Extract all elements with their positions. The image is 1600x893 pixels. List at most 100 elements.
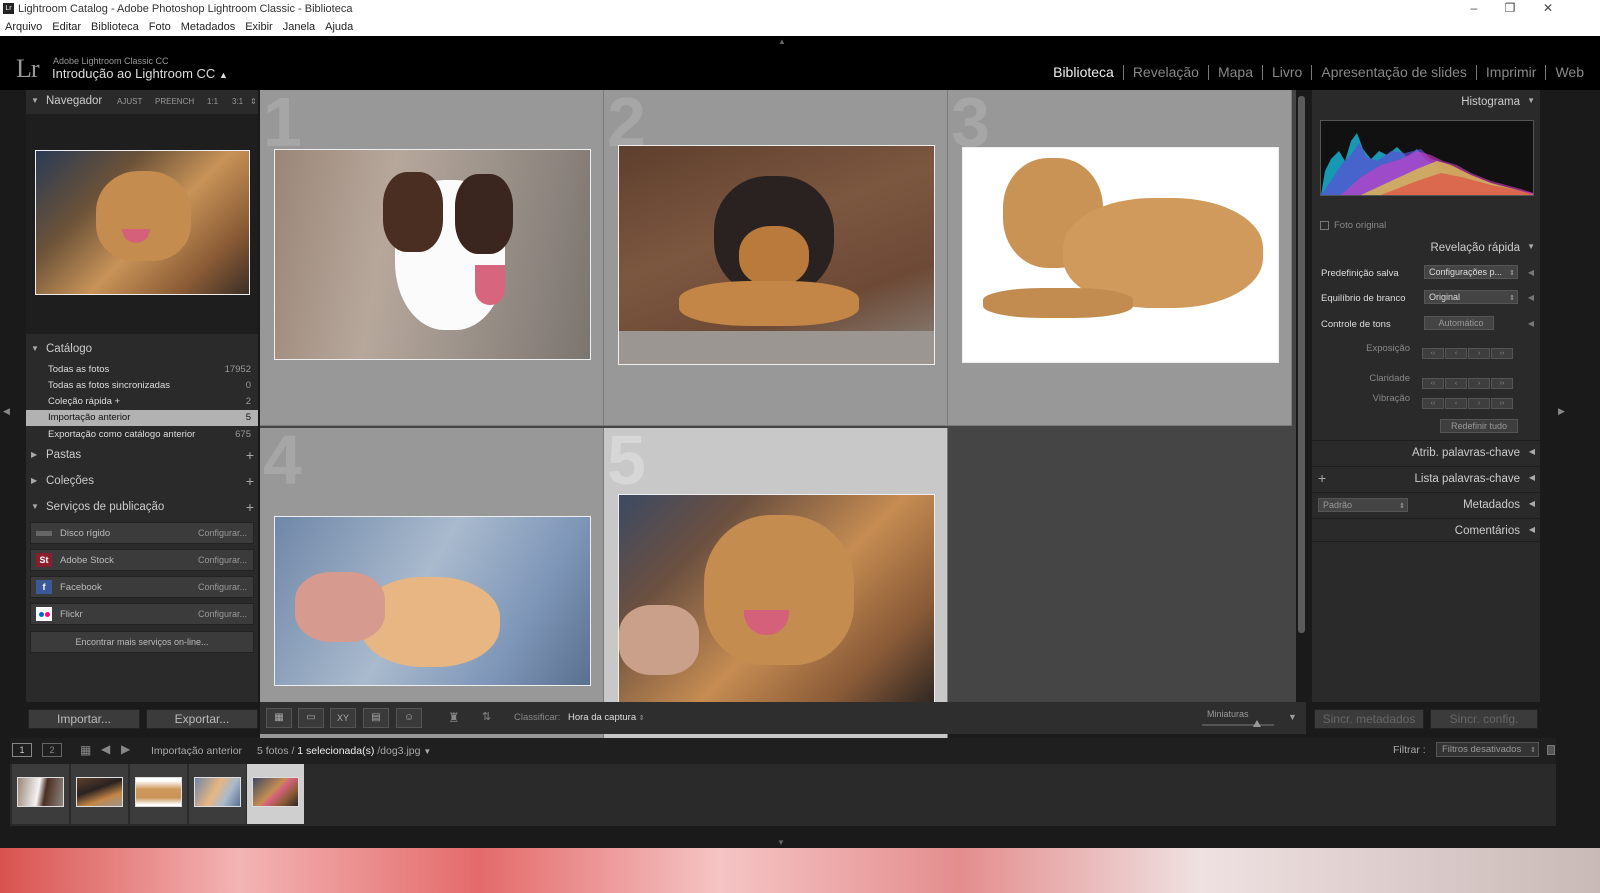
configure-button[interactable]: Configurar... [198,609,247,619]
thumbnail-size-slider[interactable] [1202,724,1274,726]
reset-all-button[interactable]: Redefinir tudo [1440,419,1518,433]
menu-metadados[interactable]: Metadados [176,18,240,33]
catalog-row[interactable]: Todas as fotos sincronizadas 0 [26,378,258,394]
module-imprimir[interactable]: Imprimir [1477,65,1547,80]
second-window-button[interactable]: 2 [42,743,62,757]
filmstrip-thumbnail[interactable] [71,764,128,824]
catalog-row[interactable]: Exportação como catálogo anterior 675 [26,427,258,443]
step-down-fast[interactable]: ‹‹ [1422,398,1444,409]
catalog-header[interactable]: ▼ Catálogo [26,338,258,362]
saved-preset-select[interactable]: Configurações p... ⇕ [1424,265,1518,279]
add-folder-icon[interactable]: + [246,447,254,463]
publish-service-facebook[interactable]: f Facebook Configurar... [30,576,254,598]
find-more-services-button[interactable]: Encontrar mais serviços on-line... [30,631,254,653]
expand-left-triangle-icon[interactable]: ◀ [1528,319,1534,328]
menu-exibir[interactable]: Exibir [240,18,278,33]
publish-services-header[interactable]: ▼ Serviços de publicação + [26,496,258,520]
sync-metadata-button[interactable]: Sincr. metadados [1314,709,1424,729]
navigator-preview-image[interactable] [35,150,250,295]
nav-fill[interactable]: PREENCH [155,97,194,106]
folders-header[interactable]: ▶ Pastas + [26,444,258,468]
white-balance-select[interactable]: Original ⇕ [1424,290,1518,304]
filmstrip-thumbnail-selected[interactable] [247,764,304,824]
configure-button[interactable]: Configurar... [198,528,247,538]
grid-cell[interactable]: 1 [260,83,604,426]
step-up-fast[interactable]: ›› [1491,398,1513,409]
photo-thumbnail[interactable] [962,147,1279,363]
step-down[interactable]: ‹ [1445,378,1467,389]
sort-select[interactable]: Hora da captura ⇕ [568,712,645,723]
auto-tone-button[interactable]: Automático [1424,316,1494,330]
back-arrow-icon[interactable]: ◀ [101,742,110,756]
maximize-button[interactable]: ❐ [1492,0,1528,18]
slider-thumb[interactable] [1253,720,1261,727]
module-apresentacao[interactable]: Apresentação de slides [1312,65,1477,80]
forward-arrow-icon[interactable]: ▶ [121,742,130,756]
metadata-header[interactable]: Padrão ⇕ Metadados ◀ [1312,492,1540,516]
filmstrip-thumbnail[interactable] [189,764,246,824]
histogram-header[interactable]: Histograma ▼ [1312,90,1540,114]
expand-left-triangle-icon[interactable]: ◀ [1528,293,1534,302]
toolbar-menu-chevron-icon[interactable]: ▼ [1288,712,1297,722]
vibrance-stepper[interactable]: ‹‹ ‹ › ›› [1422,392,1516,409]
filmstrip-source[interactable]: Importação anterior [151,745,242,757]
original-photo-checkbox[interactable] [1320,221,1329,230]
keywording-header[interactable]: Atrib. palavras-chave ◀ [1312,440,1540,464]
step-down[interactable]: ‹ [1445,398,1467,409]
photo-thumbnail[interactable] [618,145,935,365]
grid-scrollbar[interactable] [1298,96,1305,633]
metadata-preset-select[interactable]: Padrão ⇕ [1318,498,1408,512]
survey-view-button[interactable]: ▤ [363,708,389,728]
left-panel-toggle-icon[interactable]: ◀ [3,406,10,417]
catalog-row-selected[interactable]: Importação anterior 5 [26,410,258,426]
catalog-row[interactable]: Coleção rápida + 2 [26,394,258,410]
step-up[interactable]: › [1468,348,1490,359]
photo-thumbnail[interactable] [618,494,935,704]
step-up[interactable]: › [1468,378,1490,389]
grid-shortcut-icon[interactable]: ▦ [80,743,91,757]
nav-zoom-arrows-icon[interactable]: ⇕ [250,97,257,106]
menu-arquivo[interactable]: Arquivo [0,18,47,33]
export-button[interactable]: Exportar... [146,709,258,729]
step-down-fast[interactable]: ‹‹ [1422,378,1444,389]
top-panel-toggle-icon[interactable]: ▲ [778,37,786,46]
add-publish-service-icon[interactable]: + [246,499,254,515]
expand-left-triangle-icon[interactable]: ◀ [1528,268,1534,277]
photo-thumbnail[interactable] [274,516,591,686]
catalog-name[interactable]: Introdução ao Lightroom CC ▲ [52,66,228,81]
filmstrip-thumbnail[interactable] [12,764,69,824]
compare-view-button[interactable]: XY [330,708,356,728]
quick-develop-header[interactable]: Revelação rápida ▼ [1312,236,1540,260]
painter-icon[interactable]: ♜ [448,710,460,726]
people-view-button[interactable]: ☺ [396,708,422,728]
import-button[interactable]: Importar... [28,709,140,729]
keyword-list-header[interactable]: + Lista palavras-chave ◀ [1312,466,1540,490]
minimize-button[interactable]: – [1456,0,1492,18]
comments-header[interactable]: Comentários ◀ [1312,518,1540,542]
step-up[interactable]: › [1468,398,1490,409]
nav-3-1[interactable]: 3:1 [232,97,243,106]
add-collection-icon[interactable]: + [246,473,254,489]
menu-editar[interactable]: Editar [47,18,86,33]
filter-select[interactable]: Filtros desativados ⇕ [1436,742,1539,757]
menu-biblioteca[interactable]: Biblioteca [86,18,144,33]
menu-ajuda[interactable]: Ajuda [320,18,358,33]
publish-service-adobe-stock[interactable]: St Adobe Stock Configurar... [30,549,254,571]
exposure-stepper[interactable]: ‹‹ ‹ › ›› [1422,342,1516,359]
configure-button[interactable]: Configurar... [198,582,247,592]
module-biblioteca[interactable]: Biblioteca [1044,65,1124,80]
filter-lock-icon[interactable] [1547,745,1555,755]
step-up-fast[interactable]: ›› [1491,378,1513,389]
filmstrip-status[interactable]: 5 fotos / 1 selecionada(s) /dog3.jpg ▼ [257,745,431,757]
grid-cell[interactable]: 2 [604,83,948,426]
navigator-header[interactable]: ▼ Navegador AJUST PREENCH 1:1 3:1 ⇕ [26,90,258,114]
nav-fit[interactable]: AJUST [117,97,142,106]
publish-service-flickr[interactable]: Flickr Configurar... [30,603,254,625]
clarity-stepper[interactable]: ‹‹ ‹ › ›› [1422,372,1516,389]
close-button[interactable]: ✕ [1530,0,1566,18]
photo-thumbnail[interactable] [274,149,591,360]
publish-service-hard-drive[interactable]: Disco rígido Configurar... [30,522,254,544]
main-window-button[interactable]: 1 [12,743,32,757]
module-livro[interactable]: Livro [1263,65,1313,80]
nav-1-1[interactable]: 1:1 [207,97,218,106]
